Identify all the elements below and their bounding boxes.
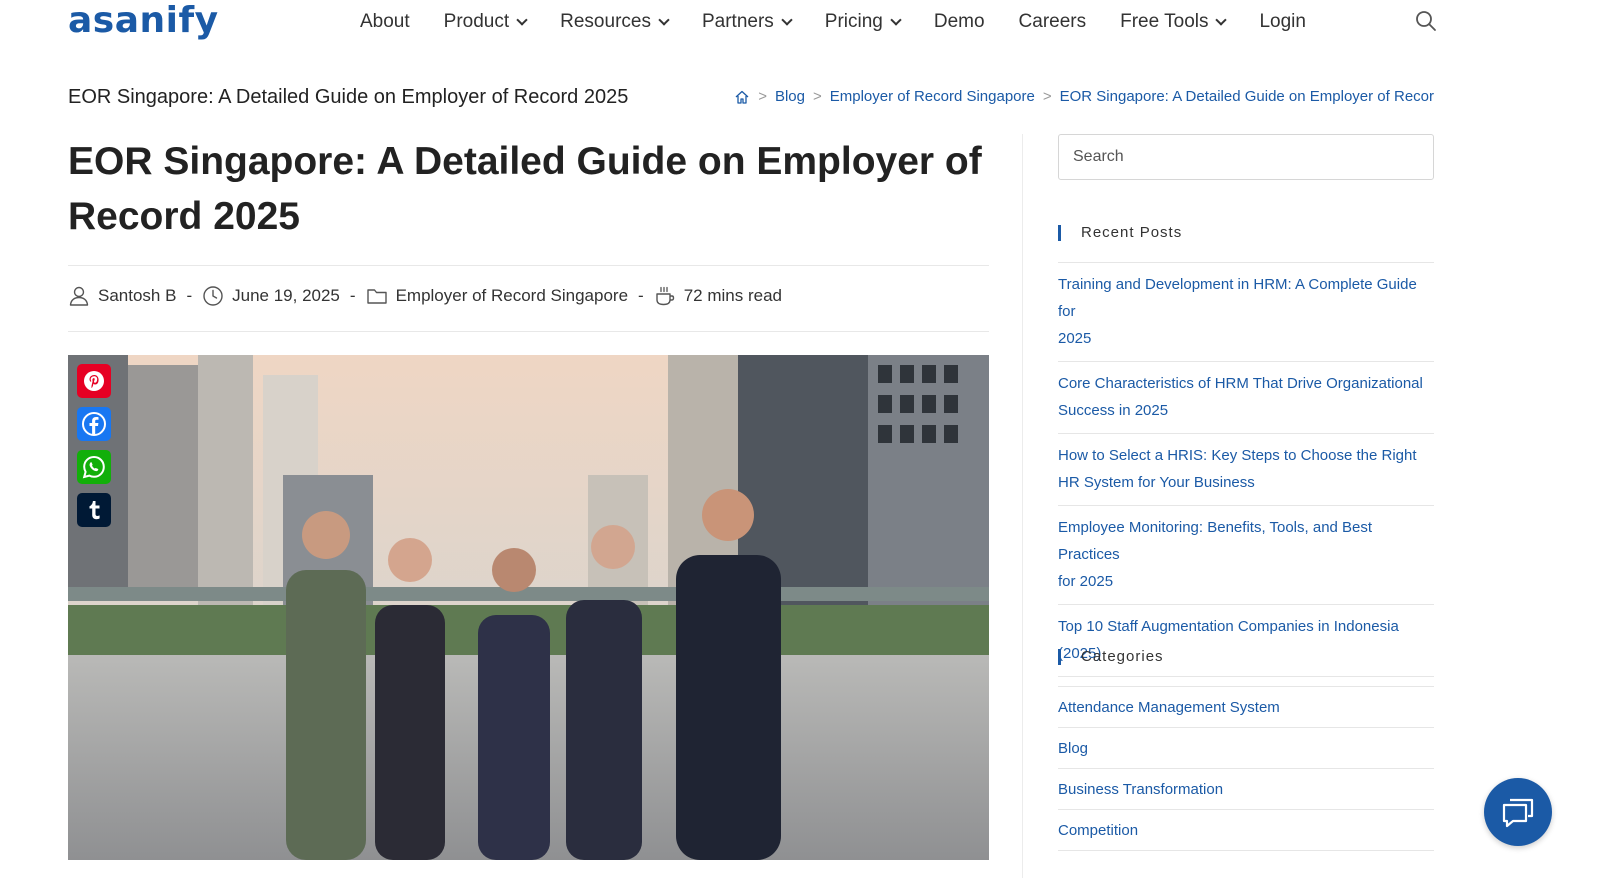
nav-product-label[interactable]: Product — [444, 11, 509, 33]
search-icon[interactable] — [1415, 10, 1437, 32]
chevron-down-icon[interactable] — [781, 13, 793, 26]
nav-about[interactable]: About — [360, 11, 410, 33]
breadcrumb-separator: > — [812, 88, 822, 105]
chat-bubble-icon — [1502, 798, 1534, 828]
chevron-down-icon[interactable] — [516, 13, 528, 26]
meta-separator: - — [186, 286, 193, 305]
breadcrumb-current[interactable]: EOR Singapore: A Detailed Guide on Emplo… — [1060, 88, 1434, 105]
recent-post-line[interactable]: Success in 2025 — [1058, 402, 1168, 419]
recent-post-line[interactable]: Employee Monitoring: Benefits, Tools, an… — [1058, 519, 1372, 563]
meta-separator: - — [638, 286, 644, 305]
recent-post-item[interactable]: Training and Development in HRM: A Compl… — [1058, 262, 1434, 361]
pinterest-icon — [84, 371, 104, 391]
post-date: June 19, 2025 — [232, 286, 340, 305]
breadcrumb-blog[interactable]: Blog — [775, 88, 805, 105]
facebook-icon — [82, 412, 106, 436]
nav-product[interactable]: Product — [444, 11, 528, 33]
nav-resources[interactable]: Resources — [560, 11, 670, 33]
user-icon — [69, 286, 89, 306]
breadcrumb-eor-singapore[interactable]: Employer of Record Singapore — [830, 88, 1035, 105]
category-item[interactable]: Competition — [1058, 809, 1434, 851]
nav-login-label[interactable]: Login — [1259, 11, 1306, 33]
recent-post-item[interactable]: Core Characteristics of HRM That Drive O… — [1058, 361, 1434, 433]
recent-post-line[interactable]: for 2025 — [1058, 573, 1113, 590]
sidebar-divider — [1022, 134, 1023, 878]
pinterest-share-button[interactable] — [77, 364, 111, 398]
post-meta: Santosh B - June 19, 2025 - Employer of … — [68, 283, 782, 309]
recent-posts-list: Training and Development in HRM: A Compl… — [1058, 262, 1434, 677]
folder-icon — [366, 289, 387, 304]
home-icon[interactable] — [734, 89, 750, 105]
recent-post-item[interactable]: Top 10 Staff Augmentation Companies in I… — [1058, 604, 1434, 677]
nav-demo[interactable]: Demo — [934, 11, 985, 33]
breadcrumb-separator: > — [1042, 88, 1052, 105]
chat-button[interactable] — [1484, 778, 1552, 846]
meta-separator: - — [349, 286, 356, 305]
category-item[interactable]: Attendance Management System — [1058, 686, 1434, 727]
recent-post-line[interactable]: How to Select a HRIS: Key Steps to Choos… — [1058, 447, 1417, 464]
share-bar — [77, 364, 112, 536]
asanify-logo[interactable]: asanify — [68, 0, 219, 44]
nav-free-tools[interactable]: Free Tools — [1120, 11, 1228, 33]
logo-text[interactable]: asanify — [68, 1, 219, 41]
categories-list: Attendance Management System Blog Busine… — [1058, 686, 1434, 851]
nav-demo-label[interactable]: Demo — [934, 11, 985, 33]
nav-pricing-label[interactable]: Pricing — [825, 11, 883, 33]
recent-posts-title: Recent Posts — [1058, 225, 1182, 241]
recent-post-line[interactable]: 2025 — [1058, 330, 1091, 347]
nav-partners-label[interactable]: Partners — [702, 11, 774, 33]
recent-post-line[interactable]: HR System for Your Business — [1058, 474, 1255, 491]
tumblr-icon — [89, 501, 100, 520]
tumblr-share-button[interactable] — [77, 493, 111, 527]
page-title: EOR Singapore: A Detailed Guide on Emplo… — [68, 86, 629, 108]
post-title: EOR Singapore: A Detailed Guide on Emplo… — [68, 140, 982, 238]
recent-post-line[interactable]: Core Characteristics of HRM That Drive O… — [1058, 375, 1423, 392]
recent-post-line[interactable]: Top 10 Staff Augmentation Companies in I… — [1058, 618, 1399, 635]
post-author[interactable]: Santosh B — [98, 286, 176, 306]
nav-partners[interactable]: Partners — [702, 11, 793, 33]
coffee-cup-icon — [656, 286, 674, 306]
sidebar-search-input[interactable] — [1058, 134, 1434, 180]
breadcrumb: > Blog > Employer of Record Singapore > … — [734, 88, 1434, 105]
nav-free-tools-label[interactable]: Free Tools — [1120, 11, 1208, 33]
nav-login[interactable]: Login — [1259, 11, 1306, 33]
featured-image — [68, 355, 989, 860]
nav-about-label[interactable]: About — [360, 11, 410, 33]
site-header: asanify About Product Resources Partners… — [0, 0, 1600, 60]
chevron-down-icon[interactable] — [890, 13, 902, 26]
chevron-down-icon[interactable] — [658, 13, 670, 26]
recent-post-item[interactable]: Employee Monitoring: Benefits, Tools, an… — [1058, 505, 1434, 604]
nav-careers[interactable]: Careers — [1019, 11, 1087, 33]
post-category[interactable]: Employer of Record Singapore — [396, 286, 628, 306]
facebook-share-button[interactable] — [77, 407, 111, 441]
post-read-time: 72 mins read — [683, 286, 782, 305]
whatsapp-icon — [82, 455, 105, 479]
divider — [68, 331, 989, 332]
main-nav: About Product Resources Partners Pricing… — [360, 0, 1340, 44]
recent-post-item[interactable]: How to Select a HRIS: Key Steps to Choos… — [1058, 433, 1434, 505]
nav-resources-label[interactable]: Resources — [560, 11, 651, 33]
nav-pricing[interactable]: Pricing — [825, 11, 902, 33]
clock-icon — [203, 286, 223, 306]
category-item[interactable]: Business Transformation — [1058, 768, 1434, 809]
recent-post-line[interactable]: Training and Development in HRM: A Compl… — [1058, 276, 1417, 320]
categories-title: Categories — [1058, 649, 1164, 665]
nav-careers-label[interactable]: Careers — [1019, 11, 1087, 33]
chevron-down-icon[interactable] — [1215, 13, 1228, 26]
whatsapp-share-button[interactable] — [77, 450, 111, 484]
category-item[interactable]: Blog — [1058, 727, 1434, 768]
breadcrumb-separator: > — [758, 88, 767, 105]
divider — [68, 265, 989, 266]
